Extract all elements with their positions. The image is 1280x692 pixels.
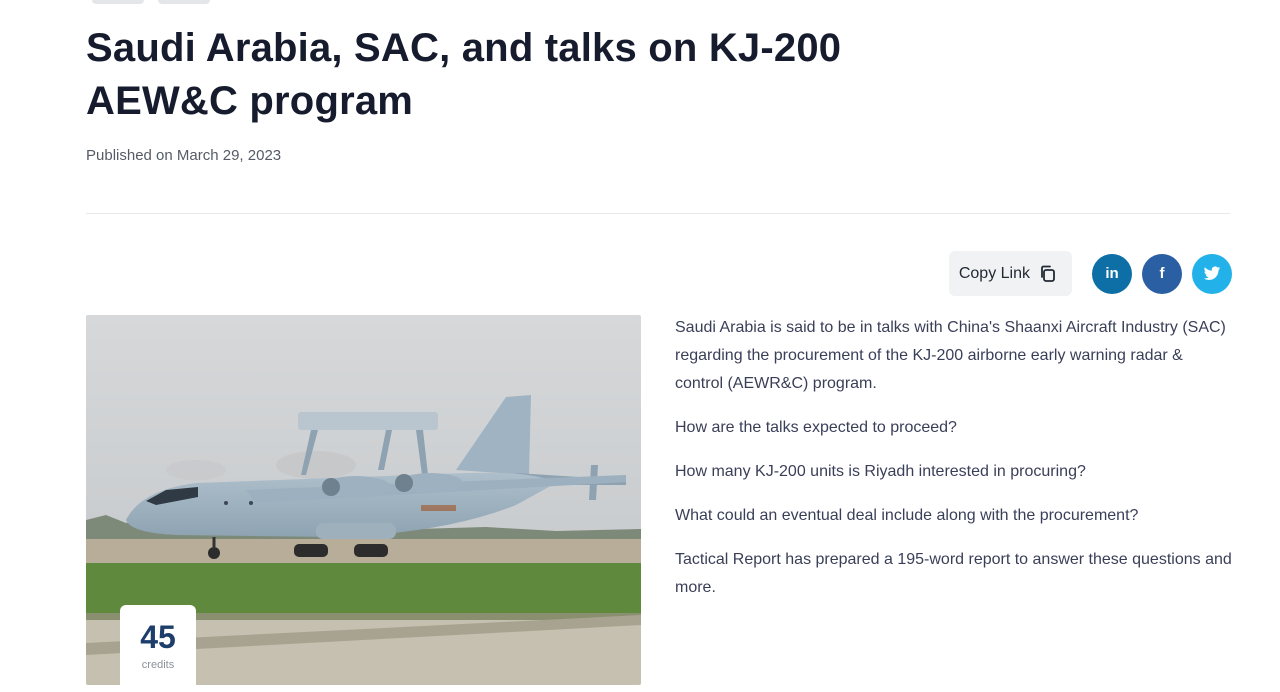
linkedin-icon[interactable]: in (1092, 253, 1132, 294)
paragraph: What could an eventual deal include alon… (675, 507, 1139, 524)
credits-value: 45 (140, 619, 176, 655)
article-body: Saudi Arabia is said to be in talks with… (675, 314, 1235, 618)
twitter-icon[interactable] (1192, 253, 1232, 294)
article-page: Saudi Arabia, SAC, and talks on KJ-200 A… (0, 0, 1280, 692)
copy-link-button[interactable]: Copy Link (948, 251, 1072, 296)
copy-link-label: Copy Link (958, 264, 1030, 282)
facebook-icon[interactable]: f (1142, 253, 1182, 294)
facebook-glyph: f (1159, 265, 1165, 282)
share-bar: Copy Link in f (948, 251, 1232, 296)
paragraph: How are the talks expected to proceed? (675, 419, 957, 436)
twitter-bird (1203, 266, 1221, 280)
published-date: Published on March 29, 2023 (86, 147, 282, 164)
tag-chip[interactable] (92, 0, 144, 4)
divider (86, 213, 1230, 214)
credits-label: credits (141, 659, 175, 671)
paragraph: Tactical Report has prepared a 195-word … (675, 551, 1232, 596)
paragraph: How many KJ-200 units is Riyadh interest… (675, 463, 1086, 480)
linkedin-glyph: in (1105, 265, 1119, 282)
credits-badge: 45 credits (120, 605, 196, 692)
copy-icon (1038, 264, 1058, 284)
top-tags (92, 0, 210, 4)
paragraph: Saudi Arabia is said to be in talks with… (675, 319, 1226, 392)
tag-chip[interactable] (158, 0, 210, 4)
article-title: Saudi Arabia, SAC, and talks on KJ-200 A… (86, 26, 842, 123)
